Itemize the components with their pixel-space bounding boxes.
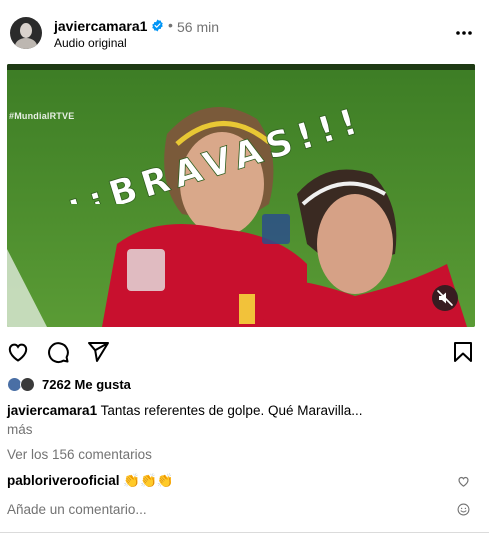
avatar[interactable] (10, 17, 42, 49)
likes-count[interactable]: 7262 Me gusta (42, 377, 131, 392)
separator-dot: • (168, 17, 173, 33)
comment-heart-icon[interactable] (457, 475, 470, 488)
emoji-icon[interactable] (457, 503, 470, 516)
more-link[interactable]: más (7, 422, 33, 437)
heart-icon[interactable] (6, 340, 30, 364)
action-bar (0, 338, 489, 366)
post-time[interactable]: 56 min (177, 19, 219, 35)
bookmark-icon[interactable] (451, 340, 475, 364)
liker-avatar (20, 377, 35, 392)
post-header: javiercamara1 • 56 min Audio original (0, 0, 489, 62)
comment-username[interactable]: pablorivero​oficial (7, 473, 120, 488)
more-options-icon[interactable] (455, 25, 473, 41)
view-comments-link[interactable]: Ver los 156 comentarios (7, 447, 152, 462)
caption: javiercamara1 Tantas referentes de golpe… (7, 403, 363, 418)
caption-text: Tantas referentes de golpe. Qué Maravill… (100, 403, 363, 418)
divider (0, 532, 489, 533)
add-comment-input[interactable]: Añade un comentario... (7, 502, 147, 517)
comment-item: pablorivero​oficial 👏👏👏 (7, 473, 174, 489)
speaker-muted-icon (437, 290, 453, 306)
avatar-face (20, 23, 32, 38)
caption-username[interactable]: javiercamara1 (7, 403, 97, 418)
comment-icon[interactable] (46, 340, 70, 364)
verified-badge-icon (152, 19, 163, 32)
audio-link[interactable]: Audio original (54, 36, 127, 50)
post-username[interactable]: javiercamara1 (54, 18, 147, 34)
paper-plane-icon[interactable] (86, 340, 110, 364)
overlay-text: ¡¡¡¡BRAVAS!!! (18, 100, 368, 204)
mute-button[interactable] (432, 285, 458, 311)
comment-text: 👏👏👏 (123, 473, 174, 488)
avatar-body (15, 38, 37, 49)
overlay-caption: ¡¡¡¡BRAVAS!!! (19, 100, 368, 204)
post-video[interactable]: #MundialRTVE ¡¡¡¡BRAVAS!!! (7, 64, 475, 327)
